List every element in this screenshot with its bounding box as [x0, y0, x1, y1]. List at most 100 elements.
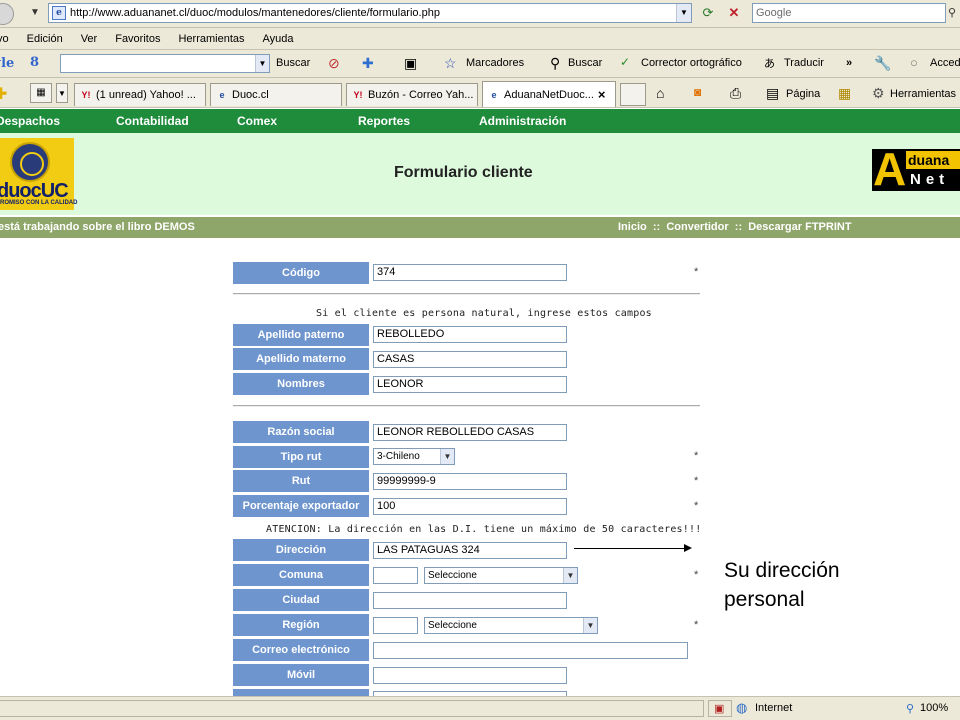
region-select[interactable]: Seleccione ▼ [424, 617, 598, 634]
menu-ayuda[interactable]: Ayuda [263, 33, 294, 45]
comuna-select-value: Seleccione [428, 570, 477, 581]
search-input[interactable]: Google [752, 3, 946, 23]
menu-archivo[interactable]: vo [0, 33, 9, 45]
menu-favoritos[interactable]: Favoritos [115, 33, 160, 45]
codigo-input[interactable]: 374 [373, 264, 567, 281]
search-icon[interactable]: ⚲ [948, 3, 960, 23]
link-inicio[interactable]: Inicio [618, 221, 647, 233]
google-menu-icon[interactable]: 8 [30, 55, 39, 70]
tab-label: Duoc.cl [232, 89, 269, 101]
rut-input[interactable]: 99999999-9 [373, 473, 567, 490]
client-form: Código 374 * Si el cliente es persona na… [0, 238, 960, 711]
natural-person-note: Si el cliente es persona natural, ingres… [316, 308, 652, 319]
tab-list-dropdown[interactable]: ▼ [56, 83, 68, 103]
region-code-input[interactable] [373, 617, 418, 634]
gear-icon[interactable]: ⚙ [872, 85, 885, 102]
google-search-dropdown[interactable]: ▼ [255, 55, 269, 72]
translate-icon[interactable]: あ [764, 55, 775, 71]
apellido-materno-input[interactable]: CASAS [373, 351, 567, 368]
nav-contabilidad[interactable]: Contabilidad [116, 114, 189, 128]
plus-icon[interactable]: ✚ [362, 55, 374, 72]
traducir-button[interactable]: Traducir [784, 57, 824, 69]
marcadores-button[interactable]: Marcadores [466, 57, 524, 69]
star-icon[interactable]: ☆ [444, 55, 457, 72]
nav-comex[interactable]: Comex [237, 114, 277, 128]
google-toolbar: gle 8 ▼ Buscar ⊘ ✚ ▣ ☆ Marcadores ⚲ Busc… [0, 50, 960, 78]
home-icon[interactable]: ⌂ [656, 85, 664, 101]
tab-bar: ✚ ▦ ▼ Y! (1 unread) Yahoo! ... e Duoc.cl… [0, 78, 960, 108]
menu-ver[interactable]: Ver [81, 33, 98, 45]
more-chevron-icon[interactable]: » [846, 57, 852, 69]
google-search-input[interactable]: ▼ [60, 54, 270, 73]
address-url[interactable]: http://www.aduananet.cl/duoc/modulos/man… [70, 7, 676, 19]
new-tab-button[interactable] [620, 83, 646, 106]
security-icon: ▣ [714, 703, 725, 715]
address-dropdown[interactable]: ▼ [676, 4, 691, 22]
link-convertidor[interactable]: Convertidor [666, 221, 728, 233]
browser-status-bar: ▣ ◍ Internet ⚲ 100% [0, 696, 960, 720]
menu-herramientas[interactable]: Herramientas [178, 33, 244, 45]
address-bar[interactable]: e http://www.aduananet.cl/duoc/modulos/m… [48, 3, 692, 23]
spellcheck-icon[interactable]: ✓ [620, 55, 630, 69]
callout-arrow [574, 544, 692, 552]
tab-duoc[interactable]: e Duoc.cl [210, 83, 342, 106]
back-button[interactable] [0, 3, 14, 25]
tab-aduananet[interactable]: e AduanaNetDuoc... × [482, 81, 616, 107]
zone-text: Internet [755, 702, 793, 714]
google-buscar-button[interactable]: Buscar [276, 57, 310, 69]
close-tab-icon[interactable]: × [598, 87, 606, 102]
globe-icon: ◍ [736, 700, 748, 715]
duoc-seal-icon [10, 142, 50, 182]
region-label: Región [233, 614, 369, 636]
history-dropdown[interactable]: ▼ [30, 7, 40, 18]
chevron-down-icon[interactable]: ▼ [563, 568, 577, 583]
refresh-icon[interactable]: ⟳ [698, 3, 718, 23]
apellido-paterno-input[interactable]: REBOLLEDO [373, 326, 567, 343]
razon-social-input[interactable]: LEONOR REBOLLEDO CASAS [373, 424, 567, 441]
link-descargar-ftprint[interactable]: Descargar FTPRINT [748, 221, 851, 233]
zoom-icon[interactable]: ⚲ [906, 702, 914, 715]
buscar-button[interactable]: Buscar [568, 57, 602, 69]
nav-reportes[interactable]: Reportes [358, 114, 410, 128]
acceder-link[interactable]: Acced [930, 57, 960, 69]
quick-tabs-icon[interactable]: ▦ [30, 83, 52, 103]
chevron-down-icon[interactable]: ▼ [440, 449, 454, 464]
direccion-input[interactable]: LAS PATAGUAS 324 [373, 542, 567, 559]
chevron-down-icon[interactable]: ▼ [583, 618, 597, 633]
feeds-icon[interactable]: ◙ [694, 85, 701, 99]
page-title: Formulario cliente [394, 164, 533, 181]
safety-icon[interactable]: ▦ [838, 85, 851, 102]
apellido-materno-label: Apellido materno [233, 348, 369, 370]
ciudad-input[interactable] [373, 592, 567, 609]
tipo-rut-select[interactable]: 3-Chileno ▼ [373, 448, 455, 465]
stop-icon[interactable]: ✕ [724, 3, 744, 23]
menu-edicion[interactable]: Edición [27, 33, 63, 45]
nav-despachos[interactable]: Despachos [0, 114, 60, 128]
page-layout-icon[interactable]: ▣ [404, 55, 417, 72]
corrector-button[interactable]: Corrector ortográfico [641, 57, 742, 69]
divider [233, 405, 700, 407]
pagina-menu[interactable]: Página [786, 88, 820, 100]
signin-icon[interactable]: ○ [910, 55, 918, 70]
nav-administracion[interactable]: Administración [479, 114, 566, 128]
google-logo[interactable]: gle [0, 56, 14, 71]
magnifier-icon[interactable]: ⚲ [550, 55, 560, 72]
movil-input[interactable] [373, 667, 567, 684]
wrench-icon[interactable]: 🔧 [874, 55, 891, 72]
print-icon[interactable]: ⎙ [730, 85, 741, 102]
nombres-input[interactable]: LEONOR [373, 376, 567, 393]
link-separator: :: [652, 221, 661, 233]
tab-yahoo-unread[interactable]: Y! (1 unread) Yahoo! ... [74, 83, 206, 106]
comuna-select[interactable]: Seleccione ▼ [424, 567, 578, 584]
page-icon[interactable]: ▤ [766, 85, 779, 102]
zoom-level[interactable]: 100% [920, 702, 948, 714]
correo-input[interactable] [373, 642, 688, 659]
porcentaje-input[interactable]: 100 [373, 498, 567, 515]
direccion-warning: ATENCION: La dirección en las D.I. tiene… [266, 524, 702, 535]
popup-blocker-icon[interactable]: ⊘ [328, 55, 340, 72]
herramientas-menu[interactable]: Herramientas [890, 88, 956, 100]
comuna-code-input[interactable] [373, 567, 418, 584]
quick-links: Inicio :: Convertidor :: Descargar FTPRI… [618, 221, 852, 233]
tab-yahoo-correo[interactable]: Y! Buzón - Correo Yah... [346, 83, 478, 106]
favorites-star-icon[interactable]: ✚ [0, 84, 7, 104]
